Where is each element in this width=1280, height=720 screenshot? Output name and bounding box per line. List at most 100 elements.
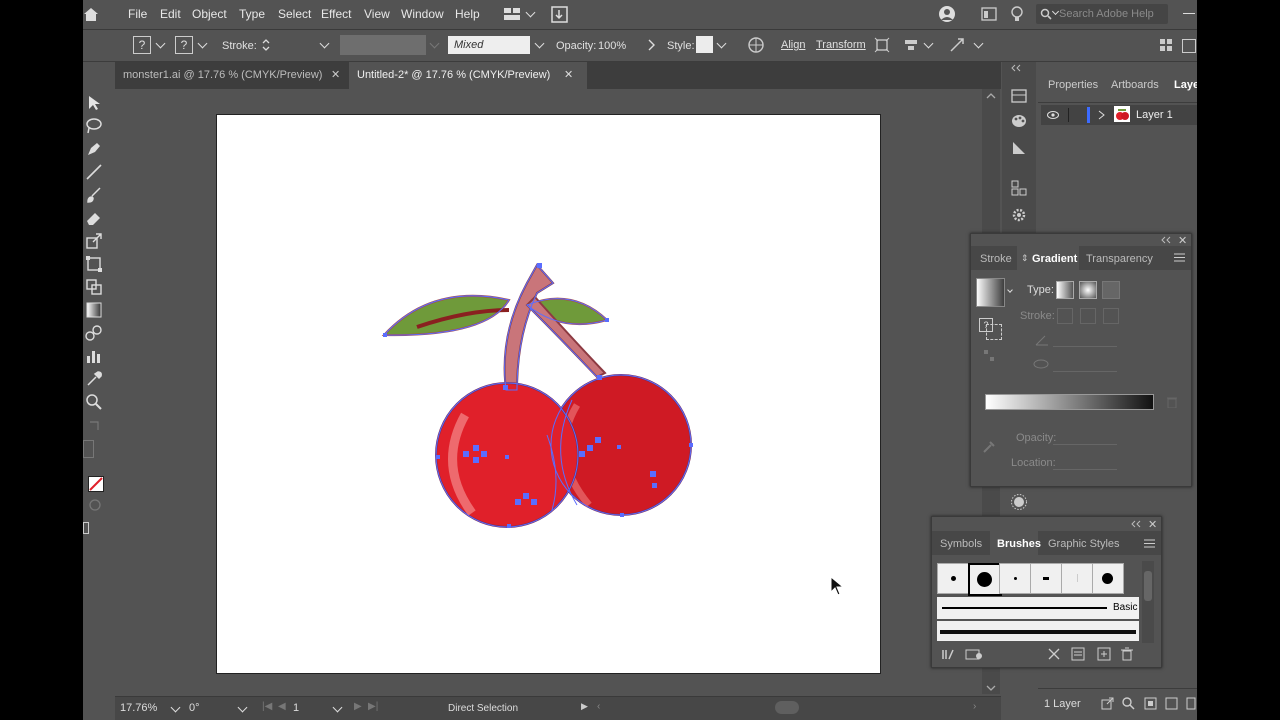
menu-view[interactable]: View <box>364 7 390 21</box>
artboard-number[interactable]: 1 <box>293 702 299 714</box>
cherry-artwork[interactable] <box>217 115 880 673</box>
left-stem[interactable] <box>503 263 555 391</box>
draw-normal-icon[interactable] <box>89 499 101 511</box>
freeform-gradient-button[interactable] <box>1102 281 1120 299</box>
brush-swatch-selected[interactable] <box>968 563 1002 596</box>
stroke-stepper-icon[interactable] <box>261 37 271 53</box>
chevron-down-icon[interactable] <box>332 702 343 713</box>
color-palette-icon[interactable] <box>1011 114 1028 129</box>
pen-tool-icon[interactable] <box>85 140 103 158</box>
search-box[interactable]: Search Adobe Help <box>1036 4 1168 24</box>
fill-swatch[interactable]: ? <box>133 36 151 54</box>
minimize-icon[interactable] <box>1183 13 1195 14</box>
color-guide-icon[interactable] <box>1011 140 1027 156</box>
zoom-level[interactable]: 17.76% <box>120 702 157 714</box>
reverse-gradient-icon[interactable] <box>983 349 995 363</box>
close-icon[interactable]: ✕ <box>564 62 573 89</box>
close-icon[interactable]: ✕ <box>1148 518 1157 531</box>
variable-width-profile[interactable] <box>340 35 426 55</box>
selection-tool-icon[interactable] <box>85 94 103 112</box>
brush-swatch[interactable] <box>1092 563 1124 594</box>
locate-object-icon[interactable] <box>1122 697 1135 710</box>
eyedropper-tool-icon[interactable] <box>85 370 103 388</box>
chevron-down-icon[interactable] <box>197 38 208 49</box>
remove-brush-stroke-icon[interactable] <box>1047 647 1061 661</box>
tab-properties[interactable]: Properties <box>1048 79 1098 91</box>
sun-icon[interactable] <box>1011 494 1027 510</box>
libraries-icon[interactable] <box>1011 89 1027 103</box>
chevron-right-icon[interactable] <box>647 39 655 51</box>
arrange-panels-icon[interactable] <box>981 7 997 21</box>
basic-brush-row[interactable]: Basic <box>937 597 1139 619</box>
rotation-value[interactable]: 0° <box>189 702 200 714</box>
layer-row[interactable]: Layer 1 <box>1041 105 1197 125</box>
column-graph-tool-icon[interactable] <box>85 347 103 365</box>
first-artboard-icon[interactable]: |◀ <box>262 701 272 712</box>
document-tab[interactable]: monster1.ai @ 17.76 % (CMYK/Preview) ✕ <box>115 62 349 89</box>
menu-edit[interactable]: Edit <box>160 7 181 21</box>
gradient-preview-swatch[interactable] <box>976 278 1005 307</box>
eyedropper-icon[interactable] <box>982 440 996 454</box>
lasso-tool-icon[interactable] <box>85 117 103 135</box>
libraries-panel-icon[interactable] <box>965 647 983 661</box>
left-leaf[interactable] <box>381 294 511 337</box>
menu-type[interactable]: Type <box>239 7 265 21</box>
linear-gradient-button[interactable] <box>1056 281 1074 299</box>
lock-column[interactable] <box>1068 108 1069 122</box>
gradient-slider[interactable] <box>985 394 1154 410</box>
scroll-thumb[interactable] <box>1144 571 1152 601</box>
brush-options-icon[interactable] <box>1071 647 1085 661</box>
align-icon[interactable] <box>903 37 919 53</box>
brush-swatch[interactable] <box>937 563 969 594</box>
scroll-right-icon[interactable]: › <box>973 701 976 712</box>
brush-swatch[interactable] <box>1061 563 1093 594</box>
scroll-down-icon[interactable] <box>986 685 996 691</box>
scroll-left-icon[interactable]: ‹ <box>597 701 600 712</box>
chevron-down-icon[interactable] <box>525 7 536 18</box>
new-sublayer-icon[interactable] <box>1165 697 1178 710</box>
menu-object[interactable]: Object <box>192 7 227 21</box>
workspace-switcher-icon[interactable] <box>503 7 521 21</box>
collapse-arrows-icon[interactable] <box>1160 236 1172 244</box>
menu-file[interactable]: File <box>128 7 147 21</box>
menu-select[interactable]: Select <box>278 7 311 21</box>
clipping-mask-icon[interactable] <box>1144 697 1157 710</box>
scroll-up-icon[interactable] <box>986 93 996 99</box>
chevron-down-icon[interactable] <box>923 38 934 49</box>
shape-builder-tool-icon[interactable] <box>85 278 103 296</box>
gear-icon[interactable] <box>1011 207 1027 223</box>
status-menu-icon[interactable]: ▶ <box>581 701 588 712</box>
next-artboard-icon[interactable]: ▶ <box>354 701 362 712</box>
zoom-tool-icon[interactable] <box>85 393 103 411</box>
blend-tool-icon[interactable] <box>85 324 103 342</box>
panel-menu-icon[interactable] <box>1144 539 1155 548</box>
panel-menu-icon[interactable] <box>1174 253 1185 262</box>
transform-tool-icon[interactable] <box>949 37 965 53</box>
previous-artboard-icon[interactable]: ◀ <box>278 701 286 712</box>
arrange-documents-icon[interactable] <box>551 6 568 23</box>
chevron-down-icon[interactable] <box>319 38 330 49</box>
last-artboard-icon[interactable]: ▶| <box>368 701 378 712</box>
canvas-area[interactable] <box>115 89 987 694</box>
radial-gradient-button[interactable] <box>1079 281 1097 299</box>
align-panel-icon[interactable] <box>1011 180 1027 196</box>
free-transform-tool-icon[interactable] <box>85 255 103 273</box>
home-icon[interactable] <box>83 6 99 22</box>
tab-graphic-styles[interactable]: Graphic Styles <box>1048 538 1120 550</box>
stroke-proxy[interactable] <box>986 324 1002 340</box>
export-icon[interactable] <box>1101 697 1114 710</box>
tab-symbols[interactable]: Symbols <box>940 538 982 550</box>
menu-help[interactable]: Help <box>455 7 480 21</box>
layer-name[interactable]: Layer 1 <box>1136 109 1173 121</box>
chevron-down-icon[interactable] <box>170 702 181 713</box>
brush-swatch[interactable] <box>999 563 1031 594</box>
collapse-arrows-icon[interactable] <box>1130 520 1142 528</box>
chevron-down-icon[interactable] <box>1007 287 1013 293</box>
horizontal-scroll-thumb[interactable] <box>775 701 799 714</box>
chevron-down-icon[interactable] <box>716 38 727 49</box>
tab-artboards[interactable]: Artboards <box>1111 79 1159 91</box>
scale-tool-icon[interactable] <box>85 232 103 250</box>
swap-fill-stroke-icon[interactable] <box>85 418 103 436</box>
visibility-eye-icon[interactable] <box>1047 111 1059 119</box>
tab-gradient[interactable]: Gradient <box>1032 253 1077 265</box>
